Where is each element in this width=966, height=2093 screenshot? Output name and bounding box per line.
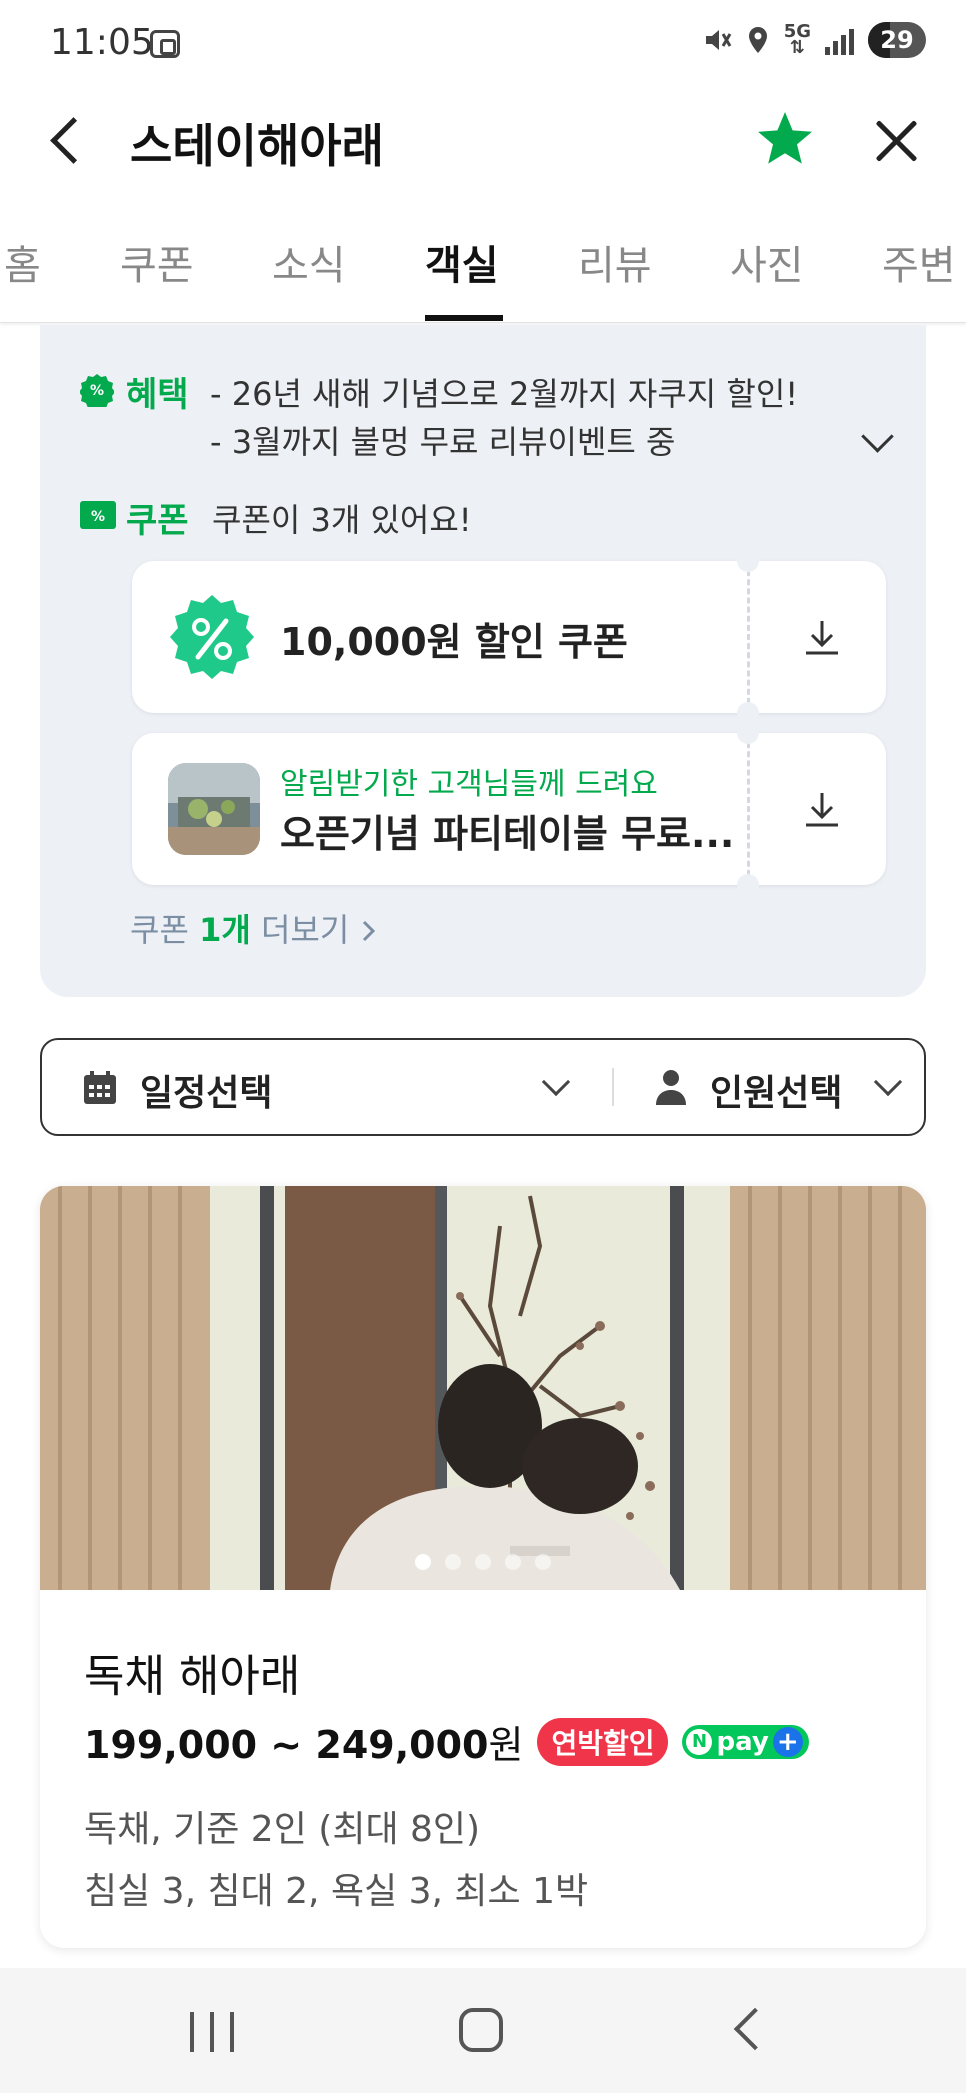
room-name: 독채 해아래 (84, 1651, 301, 1702)
home-button[interactable] (459, 2008, 503, 2052)
tab-rooms[interactable]: 객실 (425, 233, 499, 291)
recent-apps-button[interactable] (190, 2012, 234, 2052)
system-nav-bar (0, 1968, 966, 2093)
npay-plus-badge: N pay + (682, 1724, 809, 1759)
coupon-label: 쿠폰 (126, 501, 189, 541)
pagination-dot (535, 1554, 551, 1570)
signal-icon (825, 25, 854, 55)
coupon-subtitle: 알림받기한 고객님들께 드려요 (280, 767, 658, 802)
benefit-panel: % 혜택 - 26년 새해 기념으로 2월까지 자쿠지 할인! - 3월까지 불… (40, 325, 926, 997)
room-card[interactable]: 독채 해아래 199,000 ~ 249,000원 연박할인 N pay + 독… (40, 1186, 926, 1948)
npay-label: pay (716, 1726, 769, 1757)
benefit-label: 혜택 (126, 375, 189, 415)
system-back-button[interactable] (733, 2007, 777, 2051)
location-icon (748, 27, 767, 53)
svg-text:%: % (91, 509, 105, 525)
pagination-dot (445, 1554, 461, 1570)
coupon-card[interactable]: 10,000원 할인 쿠폰 (132, 550, 886, 724)
tab-bar: 홈 쿠폰 소식 객실 리뷰 사진 주변 (0, 215, 966, 323)
person-icon (656, 1070, 686, 1105)
photo-pagination (40, 1554, 926, 1570)
tab-reviews[interactable]: 리뷰 (578, 233, 652, 291)
network-5g-icon: 5G ⇅ (783, 21, 811, 58)
plus-icon: + (772, 1726, 803, 1757)
coupon-more-suffix: 더보기 (250, 911, 350, 949)
close-button[interactable] (868, 112, 924, 168)
coupon-divider (747, 561, 750, 713)
pagination-dot (475, 1554, 491, 1570)
coupon-ticket-icon: % (80, 501, 116, 529)
coupon-more-count: 1개 (199, 911, 251, 949)
coupon-thumbnail (168, 763, 260, 855)
pagination-dot (415, 1554, 431, 1570)
coupon-notch (737, 874, 759, 896)
download-icon (805, 793, 838, 827)
benefit-line-1: - 26년 새해 기념으로 2월까지 자쿠지 할인! (210, 375, 799, 413)
favorite-star-icon[interactable] (755, 108, 815, 168)
network-label: 5G (783, 21, 811, 42)
download-icon (805, 621, 838, 655)
tab-coupon[interactable]: 쿠폰 (120, 233, 194, 291)
page-title: 스테이해아래 (130, 119, 384, 173)
room-facilities: 침실 3, 침대 2, 욕실 3, 최소 1박 (84, 1871, 589, 1912)
people-select-label: 인원선택 (710, 1073, 843, 1114)
coupon-summary: 쿠폰이 3개 있어요! (212, 501, 472, 539)
benefit-line-2: - 3월까지 불멍 무료 리뷰이벤트 중 (210, 423, 676, 461)
header: 스테이해아래 (0, 90, 966, 190)
coupon-card[interactable]: 알림받기한 고객님들께 드려요 오픈기념 파티테이블 무료... (132, 722, 886, 896)
battery-icon: 29 (868, 22, 926, 58)
coupon-notch (737, 702, 759, 724)
coupon-more-link[interactable]: 쿠폰 1개 더보기 (130, 905, 379, 951)
room-price-row: 199,000 ~ 249,000원 연박할인 N pay + (84, 1714, 809, 1769)
percent-badge-icon (170, 595, 254, 679)
back-button[interactable] (40, 108, 96, 172)
coupon-divider (747, 733, 750, 885)
date-select-button[interactable]: 일정선택 (42, 1040, 612, 1134)
status-bar: 11:05 5G ⇅ 29 (0, 0, 966, 90)
room-price: 199,000 ~ 249,000원 (84, 1714, 523, 1769)
room-price-value: 199,000 ~ 249,000 (84, 1723, 489, 1767)
multi-night-discount-badge: 연박할인 (537, 1717, 669, 1766)
coupon-notch (737, 550, 759, 572)
benefit-badge-icon: % (80, 374, 114, 407)
chevron-right-icon (363, 920, 376, 942)
tab-photos[interactable]: 사진 (730, 233, 804, 291)
tab-nearby[interactable]: 주변 (882, 233, 956, 291)
npay-n-icon: N (686, 1728, 713, 1755)
coupon-title: 10,000원 할인 쿠폰 (280, 620, 628, 664)
date-select-label: 일정선택 (140, 1073, 273, 1114)
room-price-unit: 원 (488, 1723, 524, 1767)
tab-news[interactable]: 소식 (272, 233, 346, 291)
battery-level: 29 (880, 26, 914, 54)
booking-selector: 일정선택 인원선택 (40, 1038, 926, 1136)
coupon-download-button[interactable] (757, 733, 886, 885)
coupon-notch (737, 722, 759, 744)
status-icons: 5G ⇅ 29 (702, 22, 926, 58)
mute-icon (705, 30, 731, 50)
svg-text:%: % (90, 383, 104, 399)
chevron-down-icon (542, 1072, 570, 1100)
tab-home[interactable]: 홈 (4, 233, 41, 291)
room-capacity: 독채, 기준 2인 (최대 8인) (84, 1809, 481, 1850)
pagination-dot (505, 1554, 521, 1570)
status-time: 11:05 (50, 22, 154, 63)
screen-record-icon (150, 30, 180, 58)
coupon-download-button[interactable] (757, 561, 886, 713)
people-select-button[interactable]: 인원선택 (614, 1040, 926, 1134)
coupon-more-prefix: 쿠폰 (130, 911, 200, 949)
chevron-down-icon (874, 1072, 902, 1100)
active-tab-indicator (425, 315, 503, 321)
expand-chevron-icon[interactable] (860, 425, 894, 459)
room-photo[interactable] (40, 1186, 926, 1590)
coupon-title: 오픈기념 파티테이블 무료... (280, 812, 735, 856)
calendar-icon (84, 1071, 116, 1104)
